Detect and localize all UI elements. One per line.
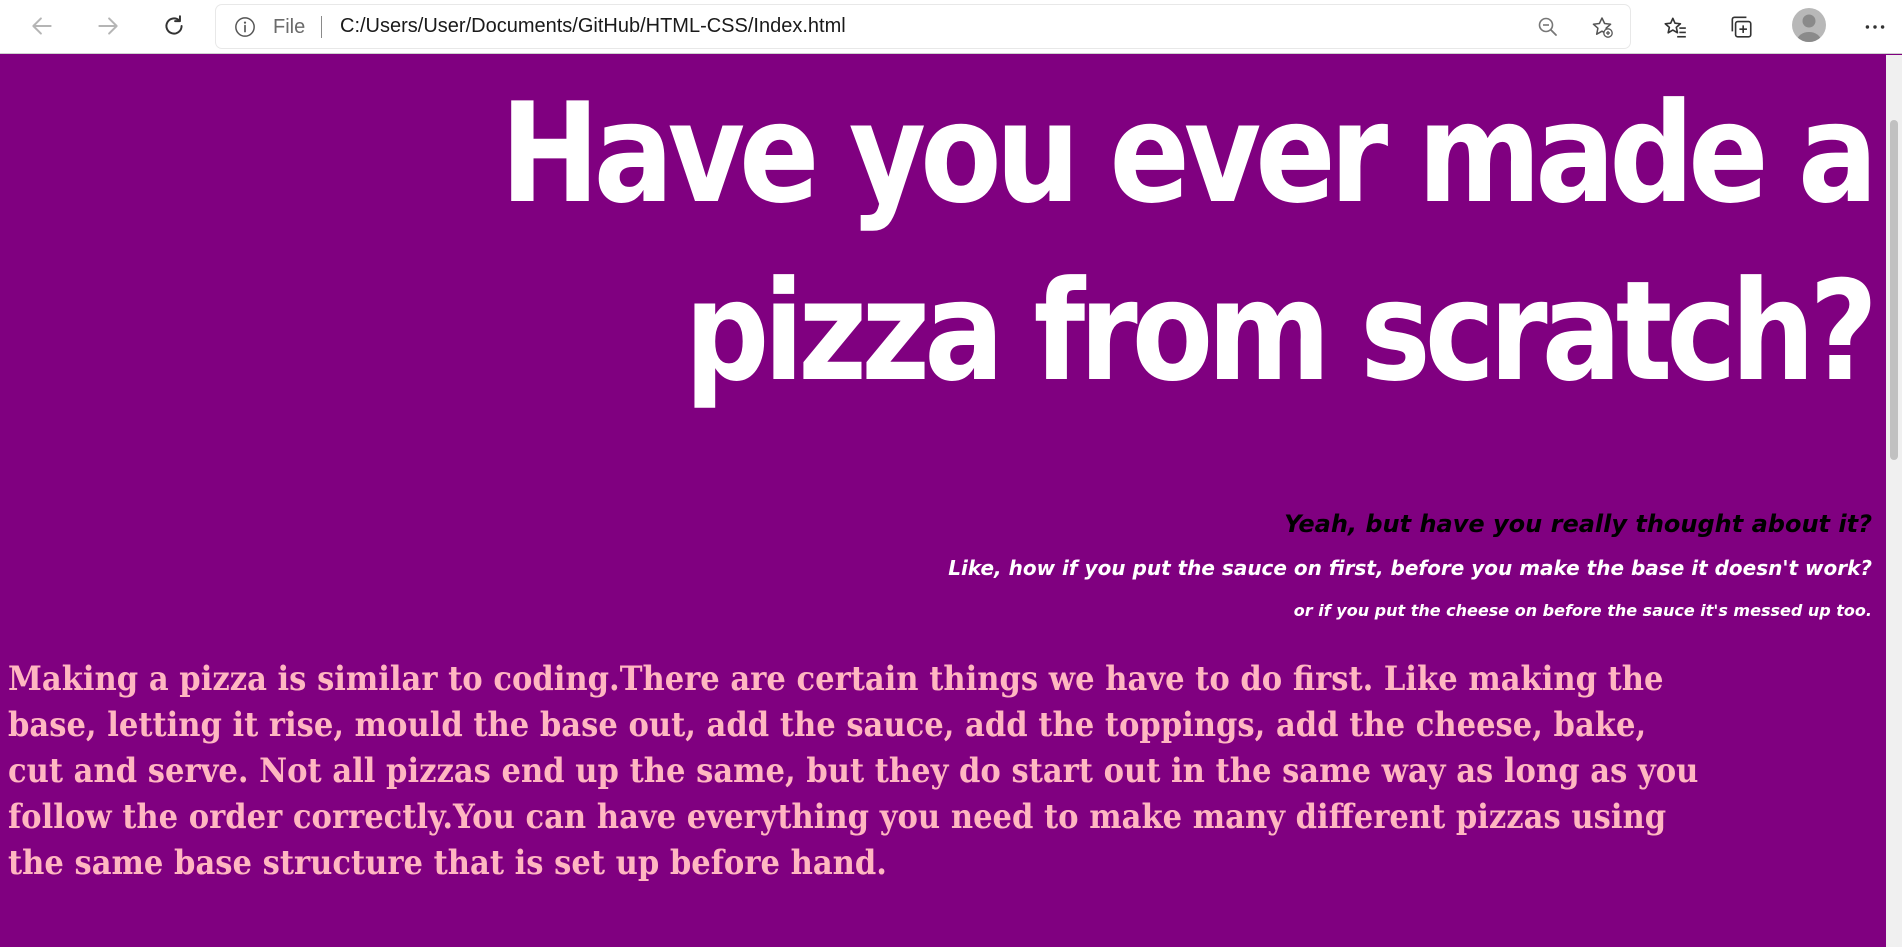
add-favorite-star-icon <box>1592 17 1613 38</box>
forward-button[interactable] <box>86 4 130 48</box>
back-button[interactable] <box>20 4 64 48</box>
refresh-icon <box>165 15 183 35</box>
favorites-icon <box>1664 17 1686 38</box>
page-content: Have you ever made a pizza from scratch?… <box>0 55 1886 947</box>
info-icon[interactable] <box>234 16 256 38</box>
collections-button[interactable] <box>1722 8 1760 46</box>
address-bar[interactable]: File C:/Users/User/Documents/GitHub/HTML… <box>216 5 1630 48</box>
sub-heading-1: Yeah, but have you really thought about … <box>1284 510 1872 538</box>
scrollbar-thumb[interactable] <box>1890 120 1898 460</box>
profile-avatar-icon <box>1797 14 1821 42</box>
zoom-button[interactable] <box>1534 13 1562 41</box>
sub-heading-3: or if you put the cheese on before the s… <box>1293 601 1872 620</box>
back-arrow-icon <box>32 17 52 35</box>
browser-toolbar: File C:/Users/User/Documents/GitHub/HTML… <box>0 0 1902 54</box>
collections-icon <box>1731 16 1752 38</box>
forward-arrow-icon <box>98 17 118 35</box>
scheme-label: File <box>273 16 306 38</box>
url-text[interactable]: C:/Users/User/Documents/GitHub/HTML-CSS/… <box>340 15 846 38</box>
page-headline: Have you ever made a pizza from scratch? <box>500 73 1878 412</box>
vertical-scrollbar[interactable] <box>1886 55 1902 947</box>
sub-heading-2: Like, how if you put the sauce on first,… <box>948 556 1872 580</box>
more-dots-icon <box>1865 25 1885 29</box>
more-button[interactable] <box>1856 8 1894 46</box>
refresh-button[interactable] <box>152 4 196 48</box>
profile-avatar[interactable] <box>1792 8 1826 42</box>
zoom-out-icon <box>1538 17 1557 36</box>
add-favorite-button[interactable] <box>1588 13 1616 41</box>
favorites-button[interactable] <box>1656 8 1694 46</box>
url-divider <box>321 16 322 38</box>
body-paragraph: Making a pizza is similar to coding.Ther… <box>8 659 1699 883</box>
